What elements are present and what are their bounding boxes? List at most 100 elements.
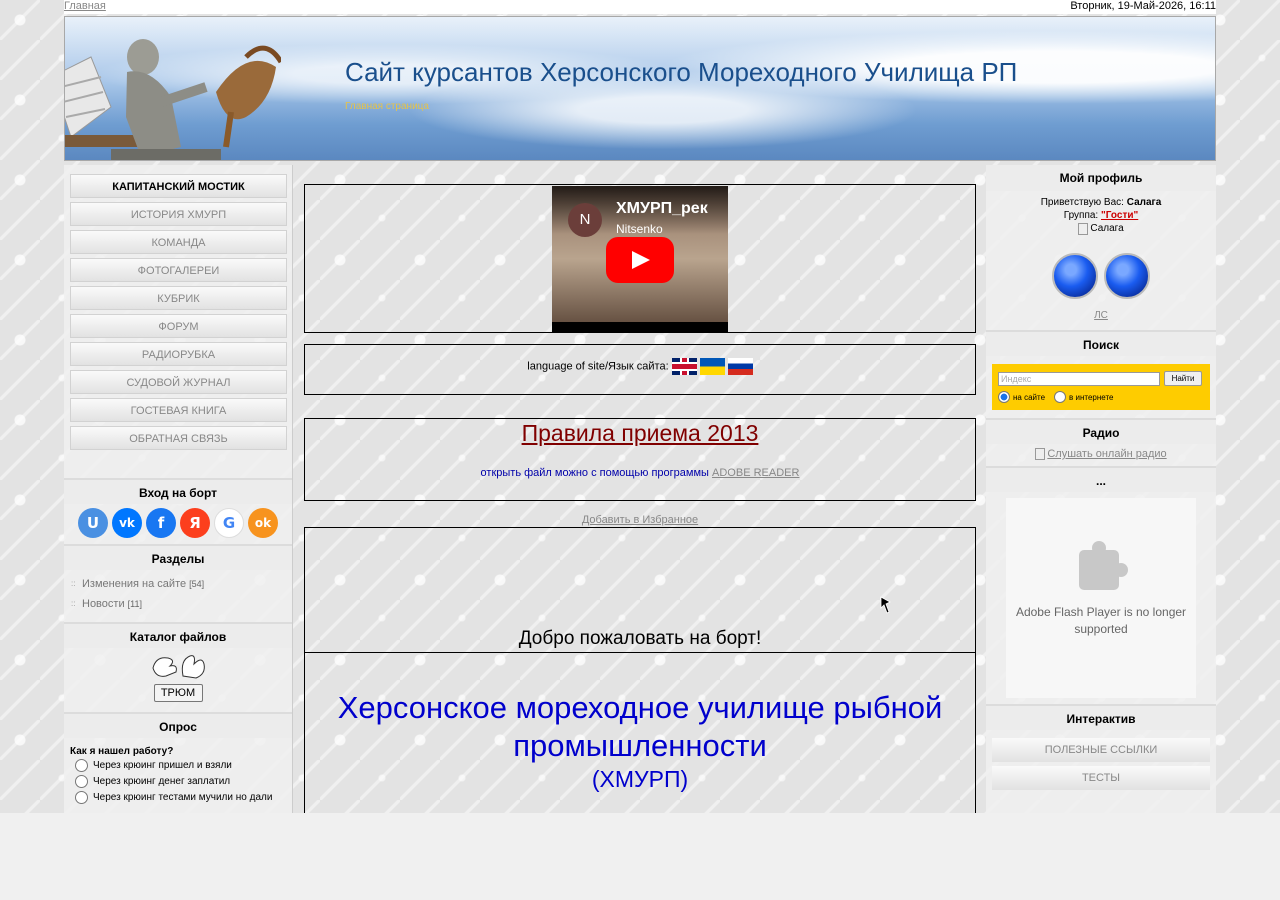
- section-label: Изменения на сайте: [82, 578, 187, 590]
- language-flags: [671, 358, 753, 375]
- menu-item-logbook[interactable]: СУДОВОЙ ЖУРНАЛ: [70, 370, 287, 394]
- search-site-label: на сайте: [1013, 392, 1046, 402]
- sailor-statue-logo: [65, 39, 281, 160]
- hold-button[interactable]: ТРЮМ: [153, 684, 203, 702]
- page-bottom-blank: [0, 813, 1280, 900]
- site-subtitle: Главная страница: [345, 101, 429, 112]
- school-full-name: Херсонское мореходное училище рыбной про…: [337, 690, 943, 763]
- interactive-title: Интерактив: [986, 704, 1216, 730]
- uk-flag-icon[interactable]: [671, 358, 697, 375]
- poll-option[interactable]: Через крюинг тестами мучили но дали: [70, 789, 286, 805]
- russia-flag-icon[interactable]: [727, 358, 753, 375]
- section-item-news[interactable]: Новости [11]: [70, 594, 286, 614]
- rules-note-text: открыть файл можно с помощью программы: [480, 467, 709, 479]
- facebook-login-icon[interactable]: f: [146, 508, 176, 538]
- broken-image-icon: [1035, 448, 1046, 460]
- right-sidebar: Мой профиль Приветствую Вас: Салага Груп…: [986, 165, 1216, 813]
- menu-item-captains-bridge[interactable]: КАПИТАНСКИЙ МОСТИК: [70, 174, 287, 198]
- radio-button[interactable]: [75, 790, 88, 804]
- sections-title: Разделы: [64, 544, 292, 570]
- main-menu: КАПИТАНСКИЙ МОСТИК ИСТОРИЯ ХМУРП КОМАНДА…: [64, 165, 292, 462]
- video-channel[interactable]: Nitsenko: [616, 222, 663, 236]
- menu-item-forum[interactable]: ФОРУМ: [70, 314, 287, 338]
- poll-option[interactable]: Через крюинг денег заплатил: [70, 773, 286, 789]
- user-avatar: Салага: [986, 222, 1216, 235]
- poll: Как я нашел работу? Через крюинг пришел …: [64, 738, 292, 809]
- video-bottom-strip: [552, 322, 728, 332]
- poll-question: Как я нашел работу?: [70, 746, 174, 757]
- menu-item-team[interactable]: КОМАНДА: [70, 230, 287, 254]
- username: Салага: [1126, 197, 1162, 208]
- home-link[interactable]: Главная: [64, 0, 106, 12]
- menu-item-cockpit[interactable]: КУБРИК: [70, 286, 287, 310]
- site-header: Сайт курсантов Херсонского Мореходного У…: [64, 16, 1216, 161]
- left-sidebar: КАПИТАНСКИЙ МОСТИК ИСТОРИЯ ХМУРП КОМАНДА…: [64, 165, 293, 813]
- section-count: [11]: [127, 599, 142, 609]
- poll-option-label: Через крюинг пришел и взяли: [93, 759, 232, 771]
- blue-orb-icon[interactable]: [1104, 253, 1150, 299]
- search-web-label: в интернете: [1069, 392, 1114, 402]
- video-box: N ХМУРП_рек Nitsenko: [304, 184, 976, 333]
- school-name-box: Херсонское мореходное училище рыбной про…: [304, 652, 976, 813]
- files-catalog: ТРЮМ: [64, 648, 292, 706]
- poll-title: Опрос: [64, 712, 292, 738]
- section-count: [54]: [189, 579, 205, 589]
- poll-option[interactable]: Через крюинг пришел и взяли: [70, 757, 286, 773]
- search-site-radio[interactable]: [998, 391, 1010, 403]
- group-prefix: Группа:: [1063, 210, 1099, 221]
- google-login-icon[interactable]: G: [214, 508, 244, 538]
- vk-login-icon[interactable]: vk: [112, 508, 142, 538]
- menu-item-radio-room[interactable]: РАДИОРУБКА: [70, 342, 287, 366]
- files-catalog-title: Каталог файлов: [64, 622, 292, 648]
- cursor-icon: [880, 596, 891, 614]
- radio-button[interactable]: [75, 774, 88, 788]
- main-content: N ХМУРП_рек Nitsenko language of site/Яз…: [298, 165, 982, 813]
- yandex-login-icon[interactable]: Я: [180, 508, 210, 538]
- adobe-reader-link[interactable]: ADOBE READER: [712, 467, 799, 479]
- search-web-radio[interactable]: [1054, 391, 1067, 403]
- profile-block: Приветствую Вас: Салага Группа: "Гости" …: [986, 191, 1216, 322]
- uid-login-icon[interactable]: U: [78, 508, 108, 538]
- ukraine-flag-icon[interactable]: [699, 358, 725, 375]
- login-block-title: Вход на борт: [64, 478, 292, 504]
- radio-button[interactable]: [75, 758, 88, 772]
- flash-placeholder: Adobe Flash Player is no longer supporte…: [1006, 498, 1196, 698]
- radio-title: Радио: [986, 418, 1216, 444]
- add-favorites-link[interactable]: Добавить в Избранное: [304, 514, 976, 526]
- profile-title: Мой профиль: [986, 165, 1216, 191]
- menu-item-photo-galleries[interactable]: ФОТОГАЛЕРЕИ: [70, 258, 287, 282]
- menu-item-history[interactable]: ИСТОРИЯ ХМУРП: [70, 202, 287, 226]
- flash-message: Adobe Flash Player is no longer supporte…: [1015, 605, 1187, 636]
- search-input[interactable]: Индекс: [998, 371, 1160, 386]
- site-title: Сайт курсантов Херсонского Мореходного У…: [345, 57, 1018, 87]
- menu-item-guestbook[interactable]: ГОСТЕВАЯ КНИГА: [70, 398, 287, 422]
- radio-block: Слушать онлайн радио: [986, 444, 1216, 464]
- menu-item-useful-links[interactable]: ПОЛЕЗНЫЕ ССЫЛКИ: [992, 738, 1210, 762]
- blue-orb-icon[interactable]: [1052, 253, 1098, 299]
- language-box: language of site/Язык сайта:: [304, 344, 976, 395]
- section-item-changes[interactable]: Изменения на сайте [54]: [70, 574, 286, 594]
- channel-avatar: N: [568, 203, 602, 237]
- cartoon-hands-icon: [152, 655, 205, 679]
- menu-item-feedback[interactable]: ОБРАТНАЯ СВЯЗЬ: [70, 426, 287, 450]
- play-icon[interactable]: [606, 237, 674, 283]
- video-title[interactable]: ХМУРП_рек: [616, 200, 708, 218]
- sections-list: Изменения на сайте [54] Новости [11]: [64, 570, 292, 618]
- broken-image-icon: [1078, 222, 1089, 235]
- admission-rules-link[interactable]: Правила приема 2013: [305, 420, 975, 447]
- profile-orbs: [986, 253, 1216, 299]
- current-date: Вторник, 19-Май-2026, 16:11: [1070, 0, 1216, 12]
- search-options: на сайте в интернете: [998, 391, 1204, 403]
- search-title: Поиск: [986, 330, 1216, 356]
- group-name[interactable]: "Гости": [1101, 210, 1138, 221]
- search-button[interactable]: Найти: [1164, 371, 1202, 386]
- youtube-player[interactable]: N ХМУРП_рек Nitsenko: [552, 186, 728, 332]
- private-messages-link[interactable]: ЛС: [986, 309, 1216, 322]
- school-abbreviation: (ХМУРП): [591, 766, 689, 792]
- listen-radio-link[interactable]: Слушать онлайн радио: [1047, 448, 1166, 460]
- user-group: Группа: "Гости": [986, 209, 1216, 222]
- menu-item-tests[interactable]: ТЕСТЫ: [992, 766, 1210, 790]
- odnoklassniki-login-icon[interactable]: ok: [248, 508, 278, 538]
- search-widget: Индекс Найти на сайте в интернете: [992, 364, 1210, 410]
- interactive-menu: ПОЛЕЗНЫЕ ССЫЛКИ ТЕСТЫ: [986, 730, 1216, 790]
